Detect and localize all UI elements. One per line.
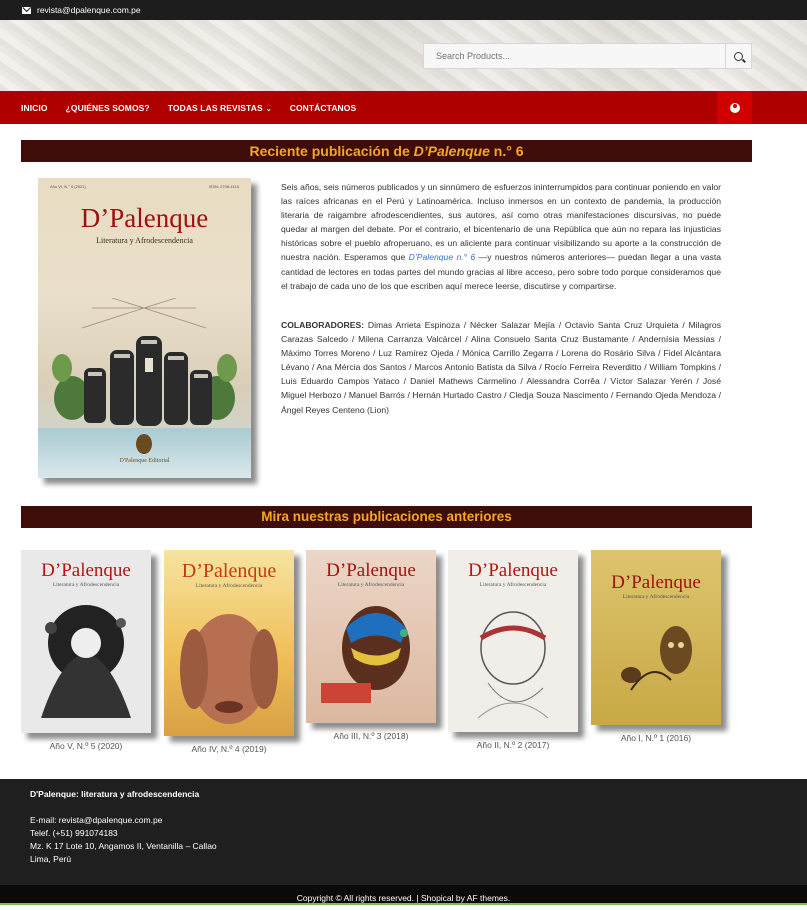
main-nav: INICIO ¿QUIÉNES SOMOS? TODAS LAS REVISTA… xyxy=(0,91,807,124)
footer-city: Lima, Perú xyxy=(30,854,72,864)
collaborators-list: Dimas Arrieta Espinoza / Nécker Salazar … xyxy=(281,320,721,415)
nav-item-label: TODAS LAS REVISTAS xyxy=(167,102,263,113)
previous-heading: Mira nuestras publicaciones anteriores xyxy=(21,506,752,528)
description-part-1: Seis años, seis números publicados y un … xyxy=(281,182,721,263)
cover-issue-2[interactable]: D’Palenque Literatura y Afrodescendencia xyxy=(448,550,578,732)
mask-illustration xyxy=(621,626,692,691)
footer-title: D'Palenque: literatura y afrodescendenci… xyxy=(30,789,200,799)
issue-card-1[interactable]: D’Palenque Literatura y Afrodescendencia… xyxy=(591,550,721,743)
nav-item-inicio[interactable]: INICIO xyxy=(21,103,48,113)
raised-fists-illustration xyxy=(52,298,237,426)
header-banner xyxy=(0,20,807,91)
recent-title-post: n.° 6 xyxy=(489,143,524,159)
cover-title: D’Palenque xyxy=(468,560,558,581)
envelope-icon xyxy=(22,6,31,14)
cover-header: Año VI, N.° 6 (2021) ISSN: 2708-4116 xyxy=(38,178,251,195)
cover-issue-5[interactable]: D’Palenque Literatura y Afrodescendencia xyxy=(21,550,151,733)
cover-publisher: D'Palenque Editorial xyxy=(119,458,170,464)
cover-issue-3[interactable]: D’Palenque Literatura y Afrodescendencia xyxy=(306,550,436,723)
cover-issue-4[interactable]: D’Palenque Literatura y Afrodescendencia xyxy=(164,550,294,736)
footer-phone: Telef. (+51) 991074183 xyxy=(30,828,118,838)
sketch-portrait-illustration xyxy=(477,611,549,719)
collaborators-label: COLABORADORES: xyxy=(281,320,365,330)
search-button[interactable] xyxy=(725,44,751,68)
search-box xyxy=(423,43,752,69)
cover-issue-6[interactable]: Año VI, N.° 6 (2021) ISSN: 2708-4116 D’P… xyxy=(38,178,251,478)
cover-issue-label: Año VI, N.° 6 (2021) xyxy=(50,184,86,189)
cover-title: D’Palenque xyxy=(326,560,416,581)
chevron-down-icon: ⌄ xyxy=(265,105,272,113)
issue-caption[interactable]: Año II, N.º 2 (2017) xyxy=(448,740,578,750)
issue-card-4[interactable]: D’Palenque Literatura y Afrodescendencia… xyxy=(164,550,294,754)
account-button[interactable] xyxy=(717,91,752,124)
copyright-bar: Copyright © All rights reserved. | Shopi… xyxy=(0,885,807,905)
recent-title-em: D’Palenque xyxy=(413,143,490,159)
nav-item-quienes-somos[interactable]: ¿QUIÉNES SOMOS? xyxy=(66,103,150,113)
issue-caption[interactable]: Año III, N.º 3 (2018) xyxy=(306,731,436,741)
cover-issn: ISSN: 2708-4116 xyxy=(208,184,239,189)
nav-item-todas-las-revistas[interactable]: TODAS LAS REVISTAS ⌄ xyxy=(168,103,272,113)
issue-caption[interactable]: Año V, N.º 5 (2020) xyxy=(21,741,151,751)
issue-caption[interactable]: Año IV, N.º 4 (2019) xyxy=(164,744,294,754)
issue-caption[interactable]: Año I, N.º 1 (2016) xyxy=(591,733,721,743)
cover-title: D’Palenque xyxy=(41,560,131,581)
footer-email[interactable]: E-mail: revista@dpalenque.com.pe xyxy=(30,815,162,825)
user-icon xyxy=(729,102,740,113)
cover-title: D’Palenque xyxy=(181,560,277,582)
ink-portrait-illustration xyxy=(41,605,131,718)
footer: D'Palenque: literatura y afrodescendenci… xyxy=(0,779,807,885)
issue-card-5[interactable]: D’Palenque Literatura y Afrodescendencia… xyxy=(21,550,151,751)
recent-heading: Reciente publicación de D’Palenque n.° 6 xyxy=(21,140,752,162)
cover-mask-logo xyxy=(136,434,152,454)
search-input[interactable] xyxy=(424,44,725,68)
face-hands-illustration xyxy=(180,614,278,724)
top-bar: revista@dpalenque.com.pe xyxy=(0,0,807,20)
footer-address: Mz. K 17 Lote 10, Angamos II, Ventanilla… xyxy=(30,841,217,851)
issue-6-link[interactable]: D’Palenque n.° 6 xyxy=(409,252,476,262)
search-icon xyxy=(734,51,743,61)
cover-title: D’Palenque xyxy=(611,572,701,593)
cover-subtitle: Literatura y Afrodescendencia xyxy=(96,236,193,245)
issue-card-3[interactable]: D’Palenque Literatura y Afrodescendencia… xyxy=(306,550,436,741)
nav-item-contactanos[interactable]: CONTÁCTANOS xyxy=(290,103,357,113)
recent-description: Seis años, seis números publicados y un … xyxy=(281,180,721,293)
cover-title: D’Palenque xyxy=(80,203,209,233)
top-email[interactable]: revista@dpalenque.com.pe xyxy=(37,5,141,15)
recent-title-pre: Reciente publicación de xyxy=(249,143,414,159)
issue-card-2[interactable]: D’Palenque Literatura y Afrodescendencia… xyxy=(448,550,578,750)
collaborators: COLABORADORES: Dimas Arrieta Espinoza / … xyxy=(281,318,721,417)
cover-issue-1[interactable]: D’Palenque Literatura y Afrodescendencia xyxy=(591,550,721,725)
painted-face-illustration xyxy=(321,606,410,703)
